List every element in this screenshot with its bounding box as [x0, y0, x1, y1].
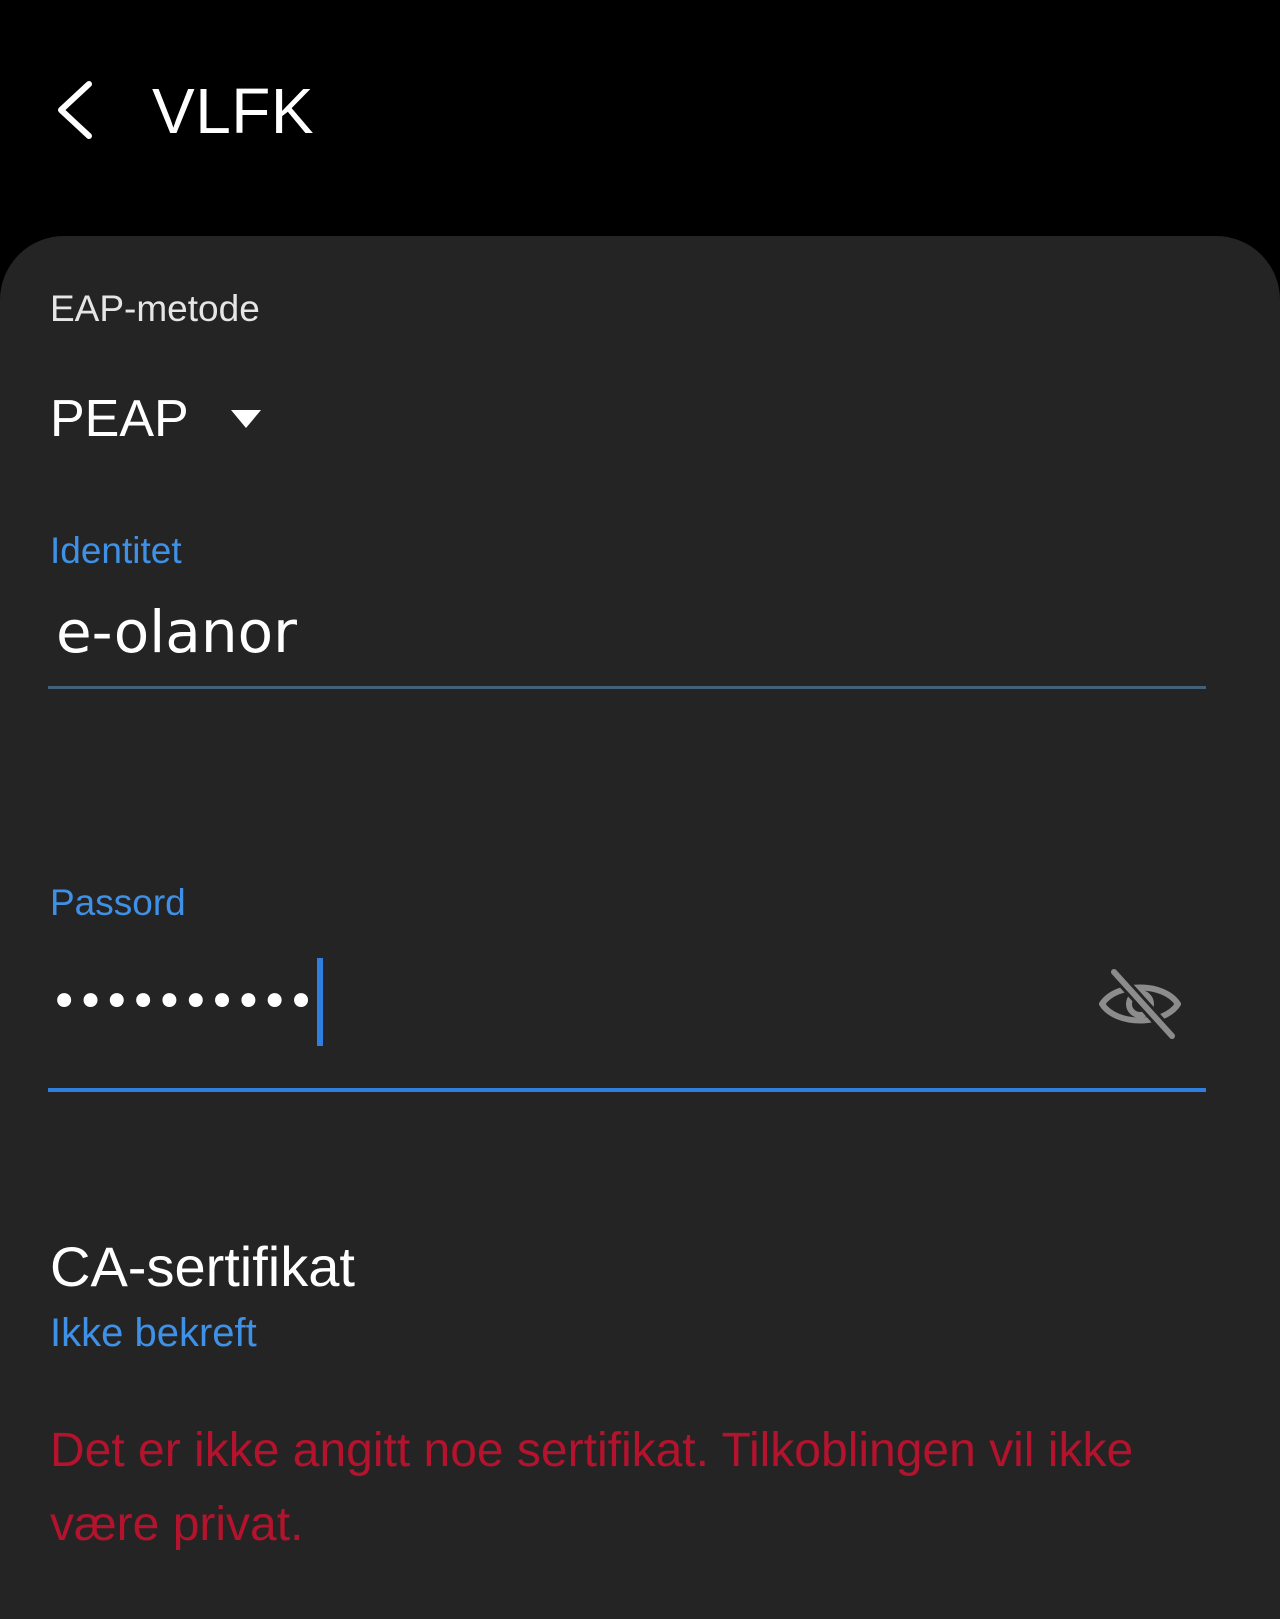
password-masked-text: •••••••••• — [50, 974, 315, 1030]
eap-method-dropdown[interactable]: PEAP — [50, 384, 263, 454]
settings-card: EAP-metode PEAP Identitet Passord ••••••… — [0, 236, 1280, 1619]
certificate-warning-text: Det er ikke angitt noe sertifikat. Tilko… — [50, 1424, 1134, 1551]
ca-certificate-title: CA-sertifikat — [50, 1235, 355, 1298]
ca-certificate-setting[interactable]: CA-sertifikat Ikke bekreft — [50, 1234, 1210, 1356]
password-underline — [48, 1088, 1206, 1092]
wifi-network-settings-screen: VLFK EAP-metode PEAP Identitet Passord •… — [0, 0, 1280, 1619]
password-row: •••••••••• — [50, 954, 1206, 1050]
identity-underline — [48, 686, 1206, 689]
ca-certificate-value: Ikke bekreft — [50, 1311, 257, 1355]
back-button[interactable] — [40, 70, 110, 150]
password-input[interactable]: •••••••••• — [50, 958, 1050, 1046]
identity-label: Identitet — [50, 530, 182, 571]
identity-input[interactable] — [56, 594, 1156, 670]
text-caret — [317, 958, 324, 1046]
chevron-left-icon — [58, 81, 92, 139]
eap-method-value: PEAP — [50, 390, 189, 448]
eye-off-icon — [1099, 966, 1181, 1042]
app-bar: VLFK — [0, 0, 1280, 236]
triangle-down-icon — [230, 410, 261, 428]
password-label: Passord — [50, 882, 186, 923]
eap-method-label: EAP-metode — [50, 288, 260, 329]
page-title: VLFK — [152, 75, 315, 147]
toggle-password-visibility-button[interactable] — [1094, 964, 1186, 1044]
